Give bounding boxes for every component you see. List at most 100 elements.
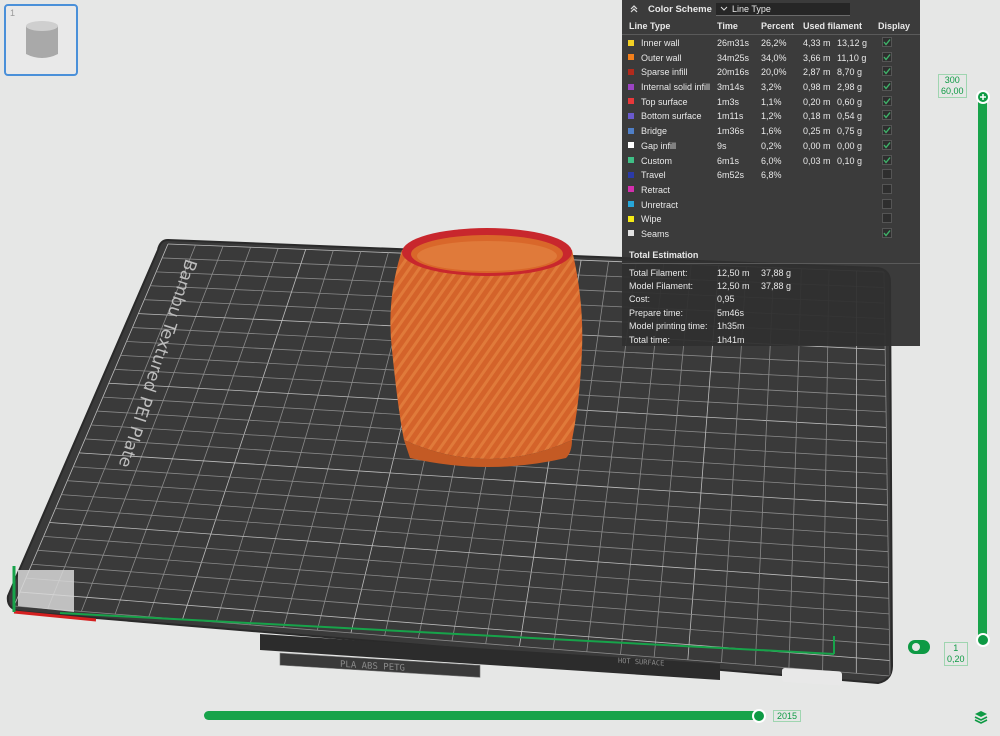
col-used-filament: Used filament (803, 21, 863, 31)
line-type-grams: 8,70 g (837, 67, 863, 78)
display-checkbox[interactable] (882, 169, 892, 180)
line-type-name: Retract (641, 184, 671, 195)
total-estimation-title: Total Estimation (629, 249, 699, 260)
check-icon (883, 68, 891, 75)
check-icon (883, 230, 891, 237)
total-label: Model printing time: (629, 321, 708, 332)
total-value: 0,95 (717, 294, 735, 305)
line-type-name: Travel (641, 170, 666, 181)
col-line-type: Line Type (629, 21, 671, 31)
move-slider-handle[interactable] (752, 709, 766, 723)
line-type-swatch (628, 127, 634, 134)
layer-slider-toggle[interactable] (908, 640, 930, 654)
line-type-time: 1m3s (717, 96, 740, 107)
line-type-swatch (628, 215, 634, 222)
layer-top-height: 60,00 (941, 86, 964, 96)
sliced-model (390, 228, 583, 467)
display-checkbox[interactable] (882, 81, 892, 92)
layer-slider-track[interactable] (978, 96, 987, 641)
line-type-percent: 20,0% (761, 67, 787, 78)
line-type-swatch (628, 112, 634, 119)
line-type-time: 1m11s (717, 111, 744, 122)
check-icon (883, 83, 891, 90)
line-type-meters: 0,98 m (803, 82, 831, 93)
line-type-percent: 1,2% (761, 111, 782, 122)
total-value: 1h35m (717, 321, 745, 332)
display-checkbox[interactable] (882, 37, 892, 47)
line-type-name: Custom (641, 155, 673, 166)
line-type-grams: 11,10 g (837, 52, 867, 63)
total-row: Model Filament: 12,50 m 37,88 g (622, 279, 920, 292)
total-value: 12,50 m (717, 281, 750, 292)
line-type-swatch (628, 54, 634, 61)
line-type-swatch (628, 201, 634, 208)
display-checkbox[interactable] (882, 227, 892, 238)
line-type-name: Top surface (641, 96, 688, 107)
color-scheme-dropdown[interactable]: Line Type (716, 3, 850, 16)
total-row: Prepare time: 5m46s (622, 306, 920, 319)
display-checkbox[interactable] (882, 213, 892, 224)
plate-thumbnail[interactable]: 1 (4, 4, 78, 76)
total-label: Total time: (629, 334, 671, 345)
layer-slider-top-handle[interactable] (976, 90, 990, 104)
line-type-swatch (628, 230, 634, 237)
check-icon (883, 53, 891, 61)
line-type-percent: 3,2% (761, 82, 782, 93)
legend-row: Bridge 1m36s 1,6% 0,25 m 0,75 g (622, 123, 920, 138)
layer-bottom-label: 1 0,20 (944, 642, 968, 666)
move-slider-track[interactable] (204, 711, 760, 720)
line-type-swatch (628, 186, 634, 193)
line-type-swatch (628, 83, 634, 90)
layers-icon[interactable] (973, 709, 989, 725)
line-type-meters: 2,87 m (803, 67, 831, 78)
display-checkbox[interactable] (882, 198, 892, 209)
total-label: Cost: (629, 294, 651, 305)
line-type-time: 6m52s (717, 170, 745, 181)
3d-viewport[interactable]: PLA ABS PETG HOT SURFACE Bambu Textured … (0, 0, 1000, 736)
legend-row: Wipe (622, 211, 920, 226)
line-type-grams: 0,00 g (837, 140, 863, 151)
line-type-name: Gap infill (641, 140, 677, 151)
line-type-meters: 4,33 m (803, 38, 831, 48)
line-type-name: Bridge (641, 126, 668, 137)
col-display: Display (878, 21, 911, 31)
total-row: Total Filament: 12,50 m 37,88 g (622, 266, 920, 279)
layer-slider-bottom-handle[interactable] (976, 633, 990, 647)
line-type-name: Seams (641, 228, 670, 239)
total-row: Model printing time: 1h35m (622, 319, 920, 332)
layer-top-label: 300 60,00 (938, 74, 967, 98)
line-type-name: Bottom surface (641, 111, 702, 122)
display-checkbox[interactable] (882, 125, 892, 136)
display-checkbox[interactable] (882, 139, 892, 150)
total-label: Total Filament: (629, 267, 688, 278)
line-type-time: 9s (717, 140, 727, 151)
display-checkbox[interactable] (882, 183, 892, 194)
legend-row: Bottom surface 1m11s 1,2% 0,18 m 0,54 g (622, 108, 920, 123)
line-type-time: 1m36s (717, 126, 745, 137)
legend-row: Custom 6m1s 6,0% 0,03 m 0,10 g (622, 153, 920, 168)
collapse-icon[interactable] (628, 3, 640, 15)
toggle-knob-icon (912, 643, 920, 651)
total-value-2: 37,88 g (761, 267, 792, 278)
line-type-grams: 0,75 g (837, 126, 863, 137)
legend-row: Unretract (622, 197, 920, 212)
line-type-meters: 3,66 m (803, 52, 831, 63)
display-checkbox[interactable] (882, 110, 892, 121)
display-checkbox[interactable] (882, 154, 892, 165)
line-type-name: Unretract (641, 199, 679, 210)
display-checkbox[interactable] (882, 66, 892, 77)
line-type-meters: 0,18 m (803, 111, 831, 122)
line-type-meters: 0,20 m (803, 96, 831, 107)
display-checkbox[interactable] (882, 51, 892, 62)
total-value-2: 37,88 g (761, 281, 792, 292)
line-type-swatch (628, 171, 634, 178)
line-type-time: 3m14s (717, 82, 745, 93)
col-time: Time (717, 21, 738, 31)
line-type-meters: 0,03 m (803, 155, 831, 166)
display-checkbox[interactable] (882, 95, 892, 106)
line-type-grams: 0,10 g (837, 155, 863, 166)
move-slider-value: 2015 (773, 710, 802, 722)
line-type-name: Internal solid infill (641, 82, 711, 93)
line-type-percent: 34,0% (761, 52, 787, 63)
legend-row: Retract (622, 182, 920, 197)
